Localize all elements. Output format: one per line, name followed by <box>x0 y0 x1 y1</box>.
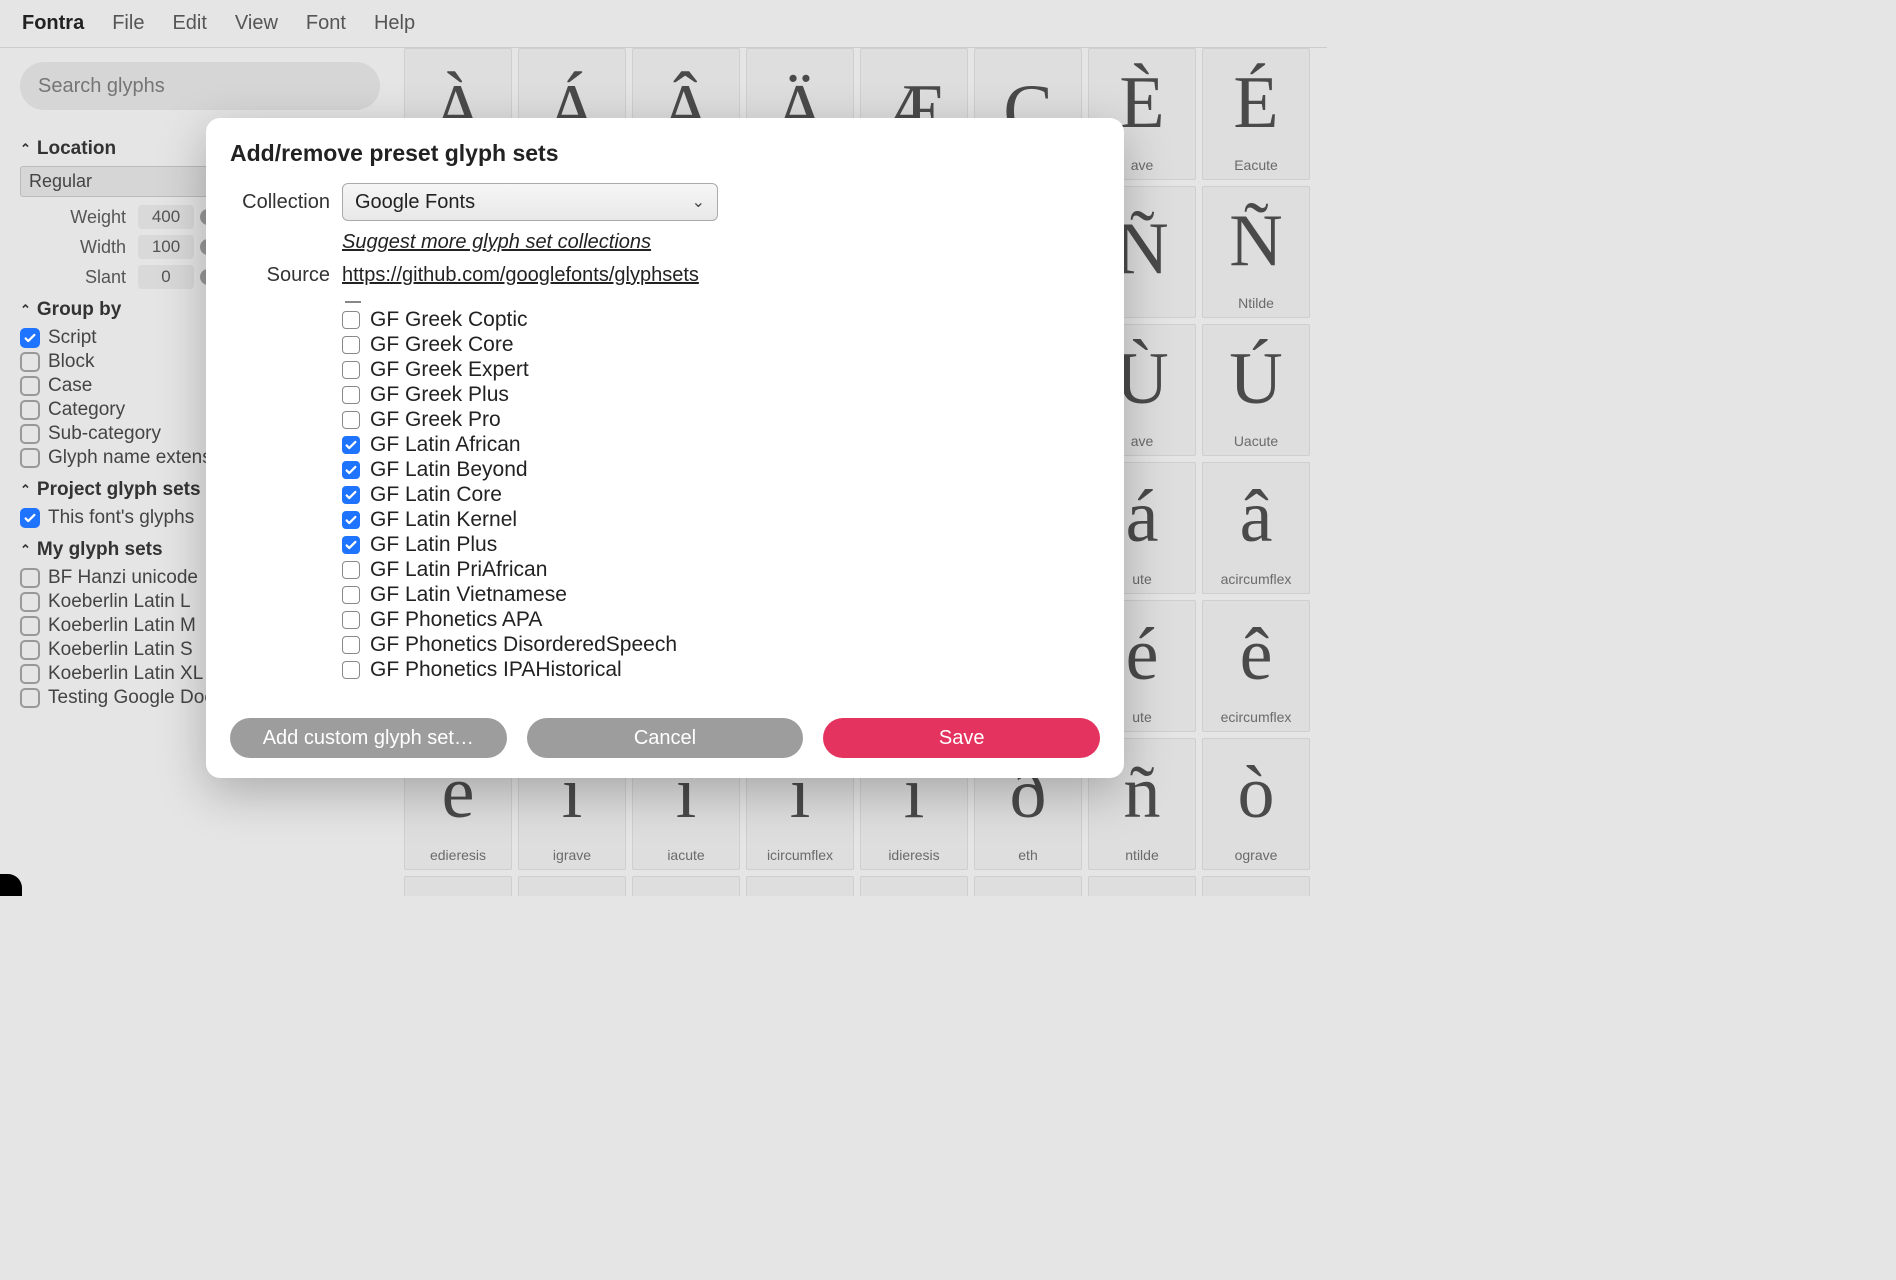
checkbox[interactable] <box>342 486 360 504</box>
glyph-set-label: GF Phonetics DisorderedSpeech <box>370 634 677 655</box>
menu-view[interactable]: View <box>235 12 278 35</box>
glyph-set-row[interactable]: GF Phonetics APA <box>342 607 1100 632</box>
glyph-set-row[interactable]: GF Latin Kernel <box>342 507 1100 532</box>
glyph-set-row[interactable]: GF Greek Coptic <box>342 307 1100 332</box>
glyph-set-row[interactable]: GF Greek Plus <box>342 382 1100 407</box>
glyph-set-row[interactable]: GF Greek Pro <box>342 407 1100 432</box>
glyph-set-row[interactable]: GF Latin Vietnamese <box>342 582 1100 607</box>
checkbox[interactable] <box>342 386 360 404</box>
checkbox[interactable] <box>342 361 360 379</box>
glyph-set-row[interactable]: GF Latin African <box>342 432 1100 457</box>
glyph-set-row[interactable]: GF Latin Core <box>342 482 1100 507</box>
glyph-set-row[interactable]: GF Phonetics IPAHistorical <box>342 657 1100 682</box>
glyph-set-label: GF Latin Kernel <box>370 509 517 530</box>
checkbox[interactable] <box>342 411 360 429</box>
checkbox[interactable] <box>342 536 360 554</box>
glyph-set-label: GF Latin African <box>370 434 521 455</box>
glyph-set-row[interactable]: GF Latin PriAfrican <box>342 557 1100 582</box>
glyph-set-label: GF Greek Core <box>370 334 514 355</box>
glyph-set-row[interactable]: GF Greek Core <box>342 332 1100 357</box>
preset-glyph-sets-modal: Add/remove preset glyph sets Collection … <box>206 118 1124 778</box>
glyph-set-label: GF Greek Plus <box>370 384 509 405</box>
glyph-set-row[interactable]: GF Greek Expert <box>342 357 1100 382</box>
checkbox[interactable] <box>342 336 360 354</box>
cancel-button[interactable]: Cancel <box>527 718 804 758</box>
source-label: Source <box>230 264 330 287</box>
checkbox[interactable] <box>342 511 360 529</box>
menu-help[interactable]: Help <box>374 12 415 35</box>
checkbox[interactable] <box>342 611 360 629</box>
glyph-set-label: GF Latin Core <box>370 484 502 505</box>
glyph-set-label: GF Phonetics APA <box>370 609 542 630</box>
checkbox[interactable] <box>342 636 360 654</box>
chevron-down-icon: ⌄ <box>692 192 705 212</box>
glyph-set-label: GF Phonetics IPAHistorical <box>370 659 622 680</box>
checkbox[interactable] <box>342 311 360 329</box>
add-custom-button[interactable]: Add custom glyph set… <box>230 718 507 758</box>
menu-file[interactable]: File <box>112 12 144 35</box>
menubar: Fontra File Edit View Font Help <box>0 0 1327 48</box>
suggest-link[interactable]: Suggest more glyph set collections <box>342 231 1100 254</box>
checkbox[interactable] <box>342 436 360 454</box>
checkbox[interactable] <box>342 461 360 479</box>
glyph-set-label: GF Greek Coptic <box>370 309 528 330</box>
app-title: Fontra <box>22 12 84 35</box>
glyph-set-label: GF Latin Plus <box>370 534 497 555</box>
save-button[interactable]: Save <box>823 718 1100 758</box>
menu-edit[interactable]: Edit <box>172 12 206 35</box>
glyph-set-row[interactable]: GF Latin Beyond <box>342 457 1100 482</box>
checkbox[interactable] <box>342 586 360 604</box>
collection-label: Collection <box>230 191 330 214</box>
glyph-set-row[interactable]: GF Phonetics DisorderedSpeech <box>342 632 1100 657</box>
glyph-set-row[interactable]: GF Latin Plus <box>342 532 1100 557</box>
glyph-set-label: GF Greek Expert <box>370 359 529 380</box>
checkbox[interactable] <box>342 561 360 579</box>
glyph-sets-list: GF Greek Coptic GF Greek Core GF Greek Exp… <box>342 301 1100 700</box>
glyph-set-label: GF Latin Beyond <box>370 459 528 480</box>
glyph-set-label: GF Greek Pro <box>370 409 501 430</box>
glyph-set-label: GF Latin PriAfrican <box>370 559 547 580</box>
list-scroll-indicator <box>345 301 361 303</box>
checkbox[interactable] <box>342 661 360 679</box>
modal-title: Add/remove preset glyph sets <box>230 140 1100 167</box>
glyph-set-label: GF Latin Vietnamese <box>370 584 567 605</box>
collection-select[interactable]: Google Fonts ⌄ <box>342 183 718 221</box>
menu-font[interactable]: Font <box>306 12 346 35</box>
source-link[interactable]: https://github.com/googlefonts/glyphsets <box>342 264 1100 287</box>
